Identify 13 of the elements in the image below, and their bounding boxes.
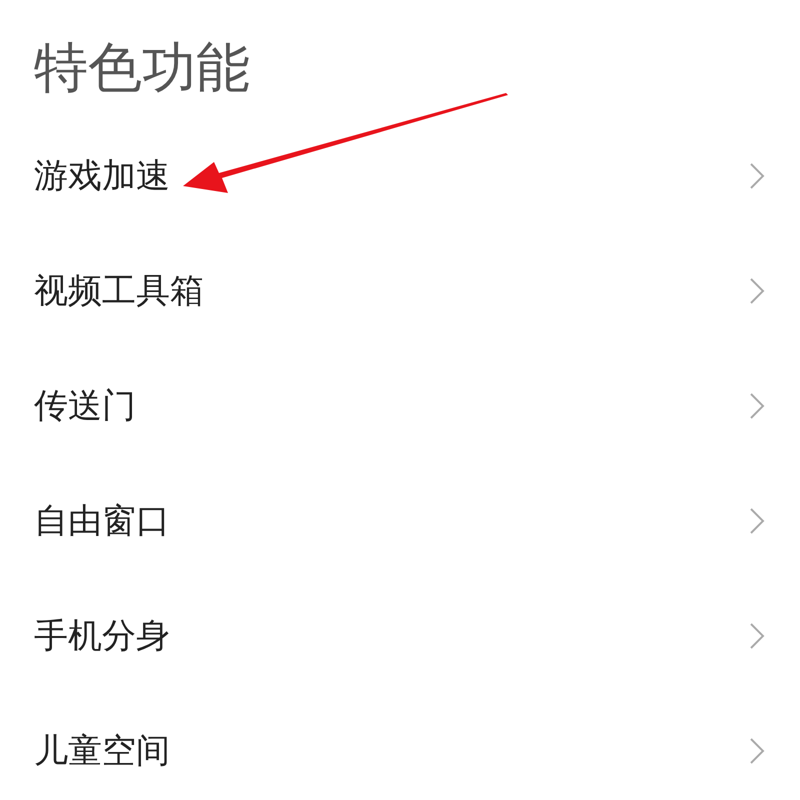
menu-item[interactable]: 手机分身 <box>0 578 800 693</box>
chevron-icon <box>748 276 766 306</box>
chevron-icon <box>748 736 766 766</box>
menu-item[interactable]: 游戏加速 <box>0 118 800 233</box>
page-title: 特色功能 <box>33 35 251 101</box>
chevron-icon <box>748 506 766 536</box>
menu-item[interactable]: 传送门 <box>0 348 800 463</box>
chevron-icon <box>748 390 766 420</box>
menu-item[interactable]: 儿童空间 <box>0 693 800 800</box>
chevron-icon <box>748 160 766 190</box>
menu-item[interactable]: 视频工具箱 <box>0 233 800 348</box>
chevron-icon <box>748 620 766 650</box>
menu-item[interactable]: 自由窗口 <box>0 463 800 578</box>
